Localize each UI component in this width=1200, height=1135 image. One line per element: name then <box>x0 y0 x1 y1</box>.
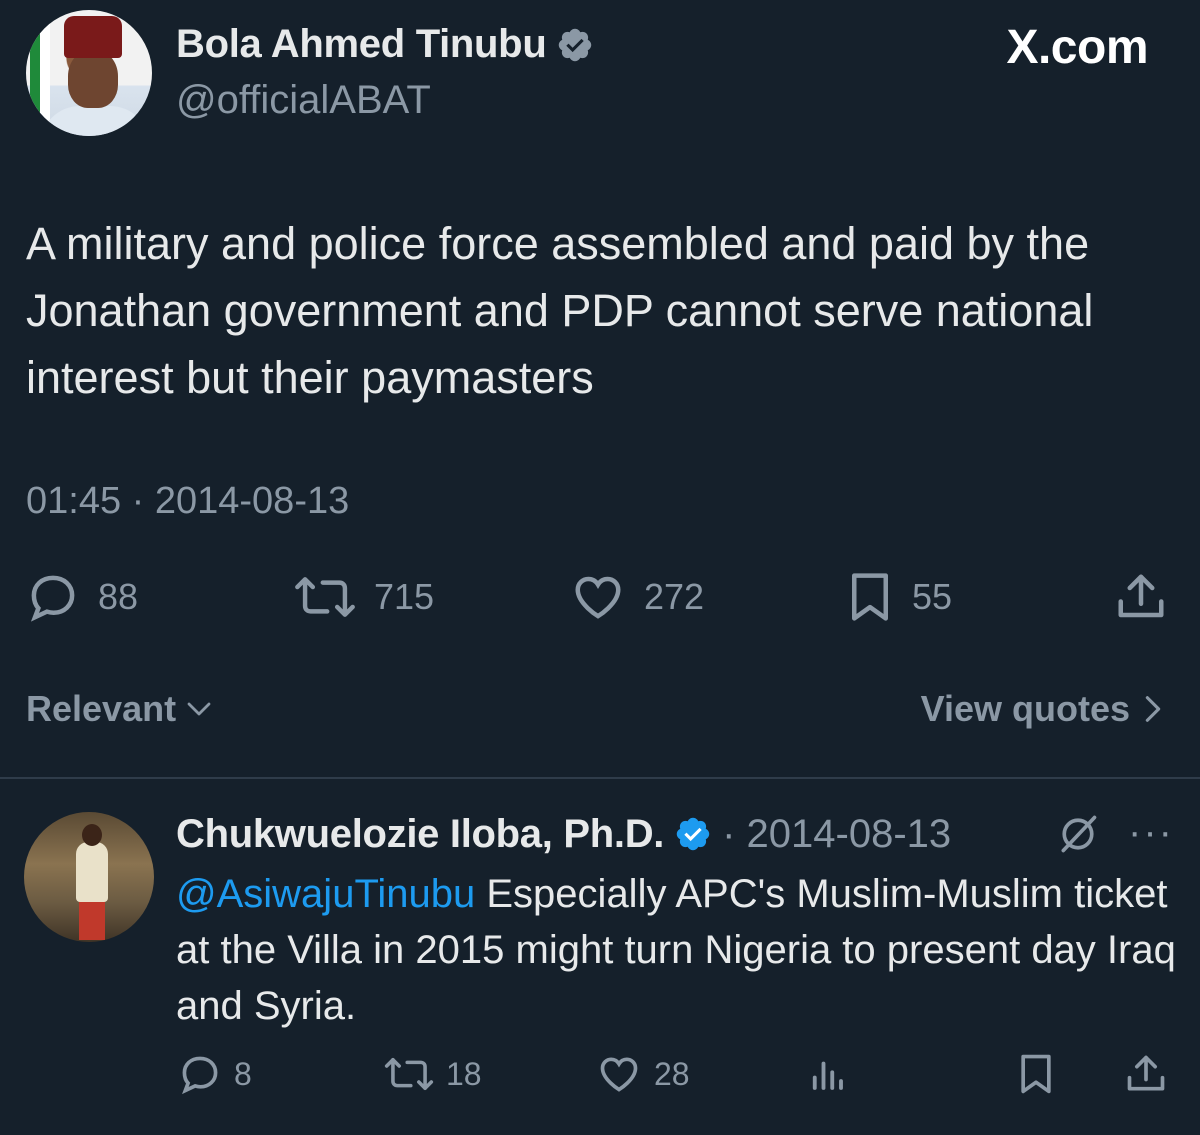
bookmark-icon <box>852 573 888 621</box>
reply-date[interactable]: · 2014-08-13 <box>722 812 951 857</box>
share-icon <box>1118 574 1164 618</box>
grok-button[interactable] <box>1056 812 1100 861</box>
heart-icon <box>600 1057 638 1092</box>
tweet-actions: 88 715 272 55 <box>0 570 1200 630</box>
tweet-screenshot: Bola Ahmed Tinubu @officialABAT X.com A … <box>0 0 1200 1135</box>
avatar-cap <box>64 16 122 58</box>
avatar[interactable] <box>24 8 154 138</box>
views-chart-icon <box>812 1061 843 1090</box>
avatar-figure <box>76 842 108 902</box>
view-quotes-link[interactable]: View quotes <box>921 688 1166 730</box>
view-quotes-label: View quotes <box>920 688 1130 729</box>
tweet-timestamp[interactable]: 01:45 · 2014-08-13 <box>26 480 349 523</box>
share-icon <box>1127 1055 1165 1091</box>
avatar-robe <box>40 106 150 136</box>
chevron-down-icon <box>187 702 211 716</box>
retweet-icon <box>295 577 355 617</box>
reply-mention[interactable]: @AsiwajuTinubu <box>176 872 475 916</box>
reply-author-name[interactable]: Chukwuelozie Iloba, Ph.D. <box>176 812 664 857</box>
retweet-count: 715 <box>374 576 435 617</box>
x-logo: X.com <box>1006 21 1148 74</box>
reply-text: @AsiwajuTinubu Especially APC's Muslim-M… <box>176 866 1176 1034</box>
sort-row: Relevant View quotes <box>0 688 1200 738</box>
tweet-header: Bola Ahmed Tinubu @officialABAT X.com <box>0 0 1200 150</box>
reply-icon <box>30 575 75 622</box>
divider <box>0 777 1200 779</box>
bookmark-count: 55 <box>912 576 953 617</box>
bookmark-button[interactable]: 55 <box>846 570 952 624</box>
bookmark-icon <box>1021 1054 1051 1094</box>
verified-badge-icon <box>556 26 594 64</box>
chevron-right-icon <box>1145 696 1161 722</box>
reply-icon <box>182 1056 218 1095</box>
reply-retweet-button[interactable]: 18 <box>384 1052 482 1096</box>
relevant-dropdown[interactable]: Relevant <box>26 688 214 730</box>
handle[interactable]: @officialABAT <box>176 78 431 123</box>
share-button[interactable] <box>1114 570 1168 624</box>
avatar-head <box>82 824 102 846</box>
reply-header: Chukwuelozie Iloba, Ph.D. · 2014-08-13 <box>176 808 951 860</box>
reply-avatar[interactable] <box>24 812 154 942</box>
avatar-face <box>68 50 118 108</box>
reply-count: 88 <box>98 576 139 617</box>
reply-actions: 8 18 28 <box>0 1052 1200 1102</box>
reply-like-count: 28 <box>654 1055 690 1092</box>
reply-button[interactable]: 88 <box>26 570 138 624</box>
heart-icon <box>575 576 621 619</box>
grok-icon <box>1061 815 1097 853</box>
like-button[interactable]: 272 <box>570 570 704 624</box>
retweet-icon <box>384 1057 434 1091</box>
more-options-icon[interactable]: ··· <box>1128 810 1174 855</box>
verified-badge-icon <box>676 817 710 851</box>
reply-reply-count: 8 <box>234 1055 252 1092</box>
tweet-text: A military and police force assembled an… <box>26 218 1094 403</box>
avatar-legs <box>79 900 105 940</box>
retweet-button[interactable]: 715 <box>294 570 434 624</box>
relevant-label: Relevant <box>26 688 177 729</box>
display-name[interactable]: Bola Ahmed Tinubu <box>176 22 547 67</box>
reply-reply-button[interactable]: 8 <box>178 1052 252 1096</box>
flag-decoration <box>30 20 50 130</box>
reply-bookmark-button[interactable] <box>1016 1052 1056 1096</box>
display-name-row[interactable]: Bola Ahmed Tinubu <box>176 22 594 67</box>
reply-views-button[interactable] <box>806 1052 848 1096</box>
reply-like-button[interactable]: 28 <box>596 1052 690 1096</box>
reply-share-button[interactable] <box>1124 1052 1168 1096</box>
reply-retweet-count: 18 <box>446 1055 482 1092</box>
like-count: 272 <box>644 576 705 617</box>
